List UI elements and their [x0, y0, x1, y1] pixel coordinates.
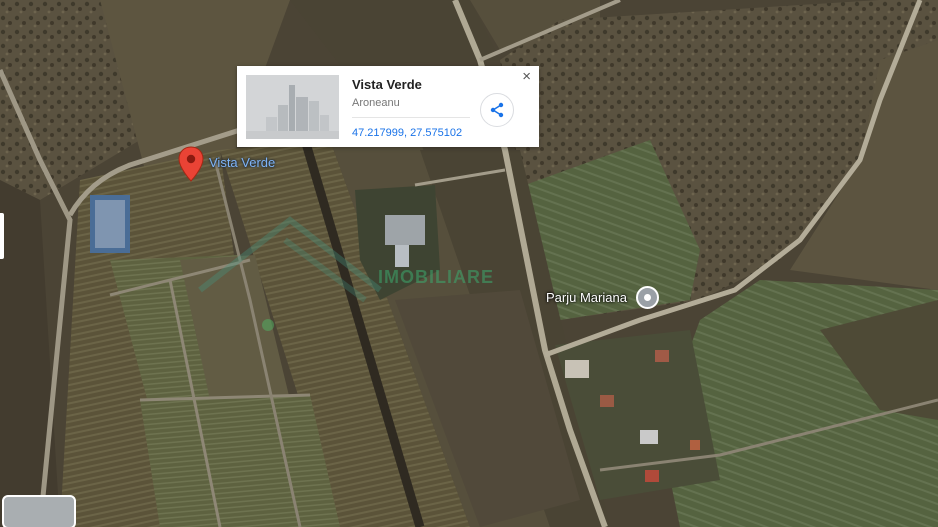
- watermark-text: IMOBILIARE: [378, 267, 494, 287]
- place-coordinates[interactable]: 47.217999, 27.575102: [352, 127, 462, 139]
- gray-place-icon[interactable]: [636, 286, 659, 309]
- share-icon: [490, 102, 504, 118]
- marker-label-vista-verde[interactable]: Vista Verde: [209, 155, 275, 170]
- place-locality: Aroneanu: [352, 97, 400, 109]
- place-photo-thumbnail[interactable]: [246, 75, 339, 139]
- place-title: Vista Verde: [352, 77, 422, 92]
- layer-switcher-thumbnail[interactable]: [2, 495, 76, 527]
- card-divider: [352, 117, 470, 118]
- share-button[interactable]: [480, 93, 514, 127]
- marker-label-parju-mariana[interactable]: Parju Mariana: [546, 290, 627, 305]
- red-pin-icon[interactable]: [178, 146, 204, 187]
- side-panel-toggle[interactable]: [0, 213, 4, 259]
- place-info-card[interactable]: Vista Verde Aroneanu 47.217999, 27.57510…: [237, 66, 539, 147]
- satellite-map[interactable]: IMOBILIARE Vista Verde Parju Mariana Vis…: [0, 0, 938, 527]
- close-icon[interactable]: ×: [522, 69, 531, 85]
- place-dot: [644, 294, 651, 301]
